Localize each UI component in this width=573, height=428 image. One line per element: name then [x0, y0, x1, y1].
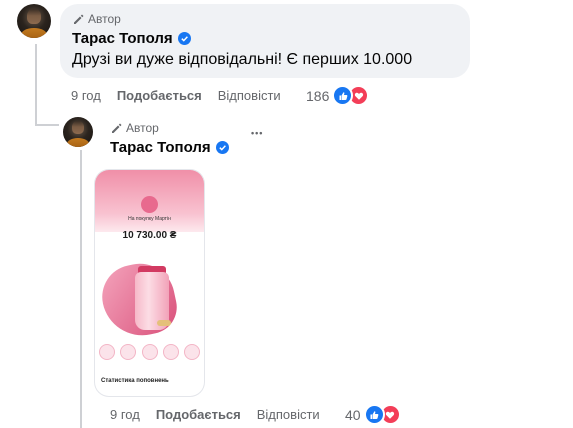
reply-reactions[interactable]: 40	[345, 404, 401, 425]
app-action-icon	[184, 344, 200, 360]
verified-badge-icon	[215, 141, 229, 154]
comment-reactions[interactable]: 186	[306, 85, 370, 106]
reply-button[interactable]: Відповісти	[257, 407, 320, 422]
app-action-icon	[162, 344, 179, 360]
reply-image-attachment[interactable]: На покупку Мартін 10 730.00 ₴ Статистика…	[95, 170, 204, 396]
avatar-body	[21, 27, 47, 38]
app-action-icon	[120, 344, 137, 360]
reply-author-name[interactable]: Тарас Тополя	[110, 139, 229, 156]
thread-line-elbow	[35, 124, 59, 126]
reply-time[interactable]: 9 год	[110, 407, 140, 422]
reply-actions: 9 год Подобається Відповісти	[110, 407, 320, 422]
jar-badge-icon	[141, 196, 158, 213]
thumbs-up-icon	[363, 404, 385, 425]
app-action-icons	[99, 344, 200, 360]
app-action-icon	[99, 344, 115, 360]
pencil-icon	[112, 123, 122, 133]
comment-text: Друзі ви дуже відповідальні! Є перших 10…	[72, 51, 413, 68]
reply-button[interactable]: Відповісти	[218, 88, 281, 103]
author-badge-label: Автор	[126, 121, 159, 135]
avatar-body	[66, 138, 90, 147]
avatar[interactable]	[17, 4, 51, 38]
thread-line-vertical	[35, 44, 37, 126]
reply-avatar[interactable]	[63, 117, 93, 147]
verified-badge-icon	[177, 32, 191, 45]
like-button[interactable]: Подобається	[117, 88, 202, 103]
comment-time[interactable]: 9 год	[71, 88, 101, 103]
jar-label: На покупку Мартін	[128, 216, 171, 222]
author-name-text[interactable]: Тарас Тополя	[72, 30, 173, 47]
avatar-head	[27, 8, 41, 24]
jar-amount: 10 730.00 ₴	[122, 230, 177, 241]
thread-line-reply	[80, 150, 82, 428]
coins-icon	[157, 320, 171, 326]
author-badge: Автор	[72, 12, 121, 26]
stats-label: Статистика поповнень	[101, 378, 169, 384]
pencil-icon	[74, 14, 84, 24]
more-options-button[interactable]: •••	[251, 128, 263, 138]
reaction-count: 186	[306, 87, 330, 104]
comment-author-name[interactable]: Тарас Тополя	[72, 30, 191, 47]
reaction-count: 40	[345, 406, 361, 423]
comment-actions: 9 год Подобається Відповісти	[71, 88, 281, 103]
author-name-text[interactable]: Тарас Тополя	[110, 139, 211, 156]
avatar-head	[72, 121, 84, 135]
app-action-icon	[141, 344, 158, 360]
like-button[interactable]: Подобається	[156, 407, 241, 422]
reply-author-badge: Автор	[110, 121, 159, 135]
author-badge-label: Автор	[88, 12, 121, 26]
